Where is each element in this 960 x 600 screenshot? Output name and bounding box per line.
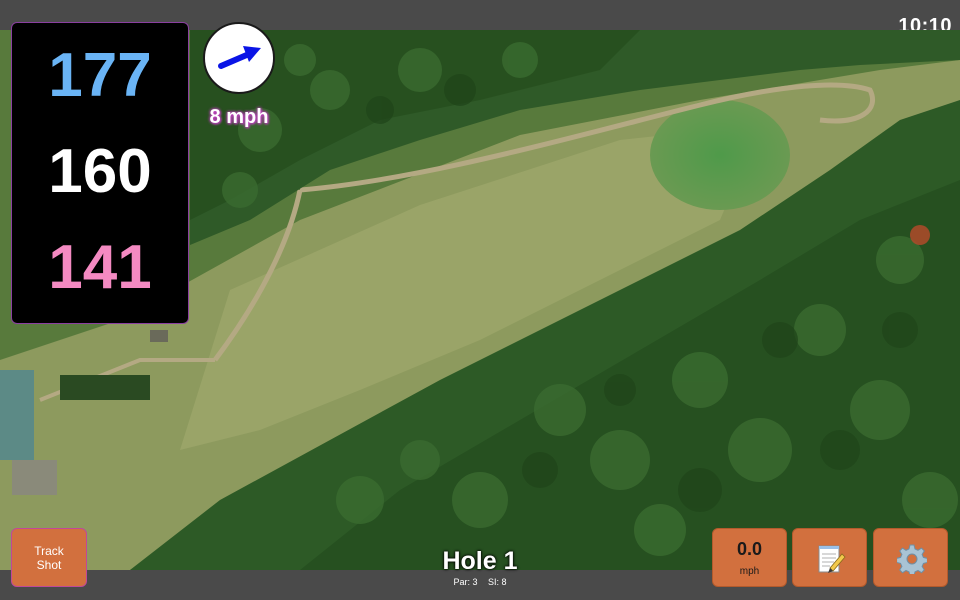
hole-title: Hole 1 xyxy=(442,547,518,575)
track-shot-label-line2: Shot xyxy=(36,557,62,572)
notepad-pencil-icon xyxy=(818,545,846,573)
distance-middle: 160 xyxy=(48,137,152,206)
wind-direction-arrow-icon xyxy=(218,46,261,69)
notes-button[interactable] xyxy=(792,528,867,587)
gear-icon xyxy=(897,544,927,574)
speed-button[interactable]: 0.0 mph xyxy=(712,528,787,587)
distance-front: 141 xyxy=(48,233,152,302)
par-label: Par: 3 xyxy=(453,577,478,587)
speed-value: 0.0 xyxy=(736,539,763,559)
wind-indicator xyxy=(203,22,275,94)
speed-unit: mph xyxy=(739,566,760,577)
distance-panel: 177 160 141 xyxy=(11,22,189,324)
hole-info: Par: 3 SI: 8 xyxy=(380,577,580,587)
settings-button[interactable] xyxy=(873,528,948,587)
track-shot-label-line1: Track xyxy=(34,543,64,558)
wind-speed: 8 mph xyxy=(209,106,269,128)
distance-back: 177 xyxy=(48,41,152,110)
track-shot-button[interactable]: Track Shot xyxy=(11,528,87,587)
stroke-index-label: SI: 8 xyxy=(488,577,507,587)
